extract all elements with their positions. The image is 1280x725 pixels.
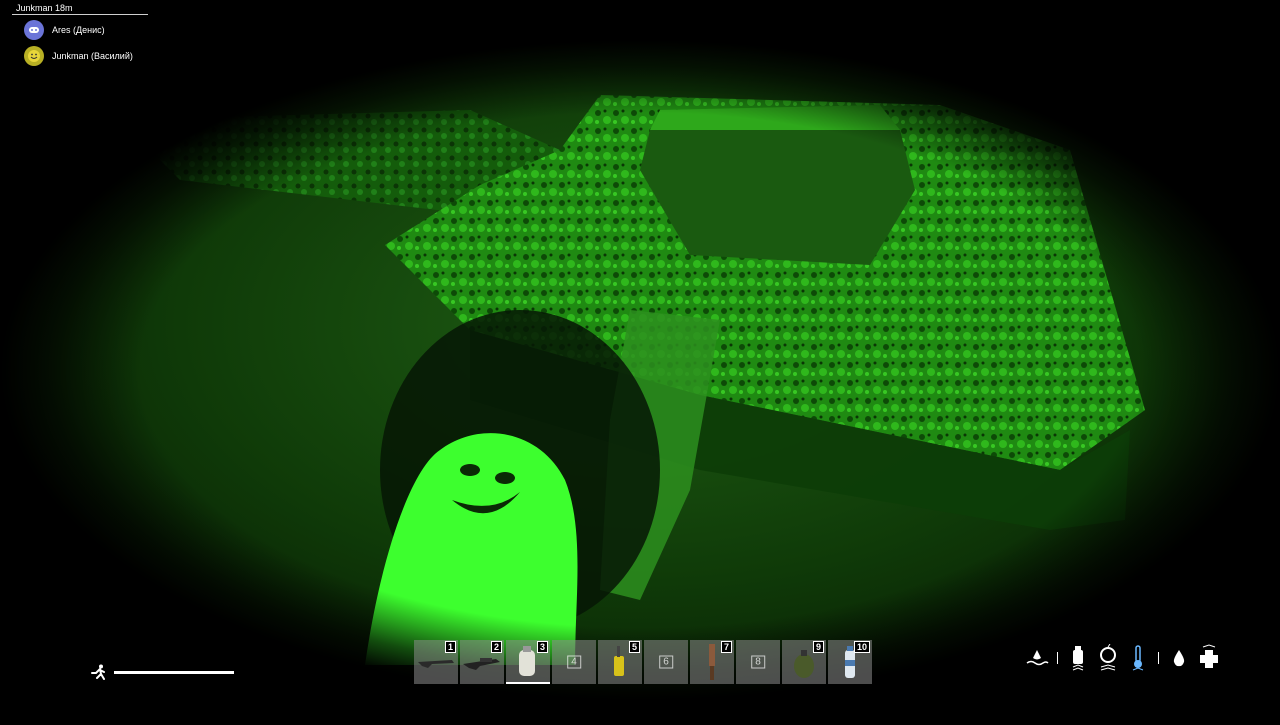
- discord-icon: [24, 20, 44, 40]
- hotbar-slot-6[interactable]: 6: [644, 640, 688, 684]
- slot-number: 5: [628, 641, 640, 653]
- running-man-icon: [91, 664, 105, 680]
- stamina-bar-fill: [114, 670, 234, 674]
- voice-user-name: Ares (Денис): [52, 25, 105, 35]
- stamina-indicator: [90, 664, 234, 680]
- slot-number: 6: [659, 655, 673, 669]
- hotbar-slot-3[interactable]: 3: [506, 640, 550, 684]
- slot-number: 2: [490, 641, 502, 653]
- slot-number: 4: [567, 655, 581, 669]
- status-indicators: [1025, 644, 1221, 672]
- slot-number: 8: [751, 655, 765, 669]
- voice-user-row: Ares (Денис): [12, 19, 148, 41]
- voice-user-name: Junkman (Василий): [52, 51, 133, 61]
- night-vision-scene: [0, 0, 1280, 720]
- hotbar-slot-2[interactable]: 2: [460, 640, 504, 684]
- bottle-thirst-icon: [1066, 644, 1090, 672]
- status-separator: [1158, 652, 1159, 664]
- blood-drop-icon: [1167, 644, 1191, 672]
- hotbar-slot-5[interactable]: 5: [598, 640, 642, 684]
- stamina-bar: [114, 670, 234, 674]
- hotbar-slot-8[interactable]: 8: [736, 640, 780, 684]
- hotbar-slot-1[interactable]: 1: [414, 640, 458, 684]
- thermometer-icon: [1126, 644, 1150, 672]
- smiley-icon: [24, 46, 44, 66]
- voice-channel-title: Junkman 18m: [12, 2, 148, 15]
- slot-number: 9: [812, 641, 824, 653]
- hotbar-slot-4[interactable]: 4: [552, 640, 596, 684]
- hotbar-slot-9[interactable]: 9: [782, 640, 826, 684]
- voice-overlay: Junkman 18m Ares (Денис) Junkman (Васили…: [12, 2, 148, 67]
- apple-hunger-icon: [1096, 644, 1120, 672]
- hotbar-slot-7[interactable]: 7: [690, 640, 734, 684]
- hotbar-slot-10[interactable]: 10: [828, 640, 872, 684]
- voice-user-row: Junkman (Василий): [12, 45, 148, 67]
- health-cross-icon: [1197, 644, 1221, 672]
- slot-number: 3: [536, 641, 548, 653]
- slot-number: 7: [720, 641, 732, 653]
- game-viewport[interactable]: [0, 0, 1280, 720]
- slot-number: 10: [853, 641, 870, 653]
- wetness-icon: [1025, 644, 1049, 672]
- hotbar: 1 2 3 4 5 6 7 8 9 10: [414, 640, 872, 684]
- slot-number: 1: [444, 641, 456, 653]
- status-separator: [1057, 652, 1058, 664]
